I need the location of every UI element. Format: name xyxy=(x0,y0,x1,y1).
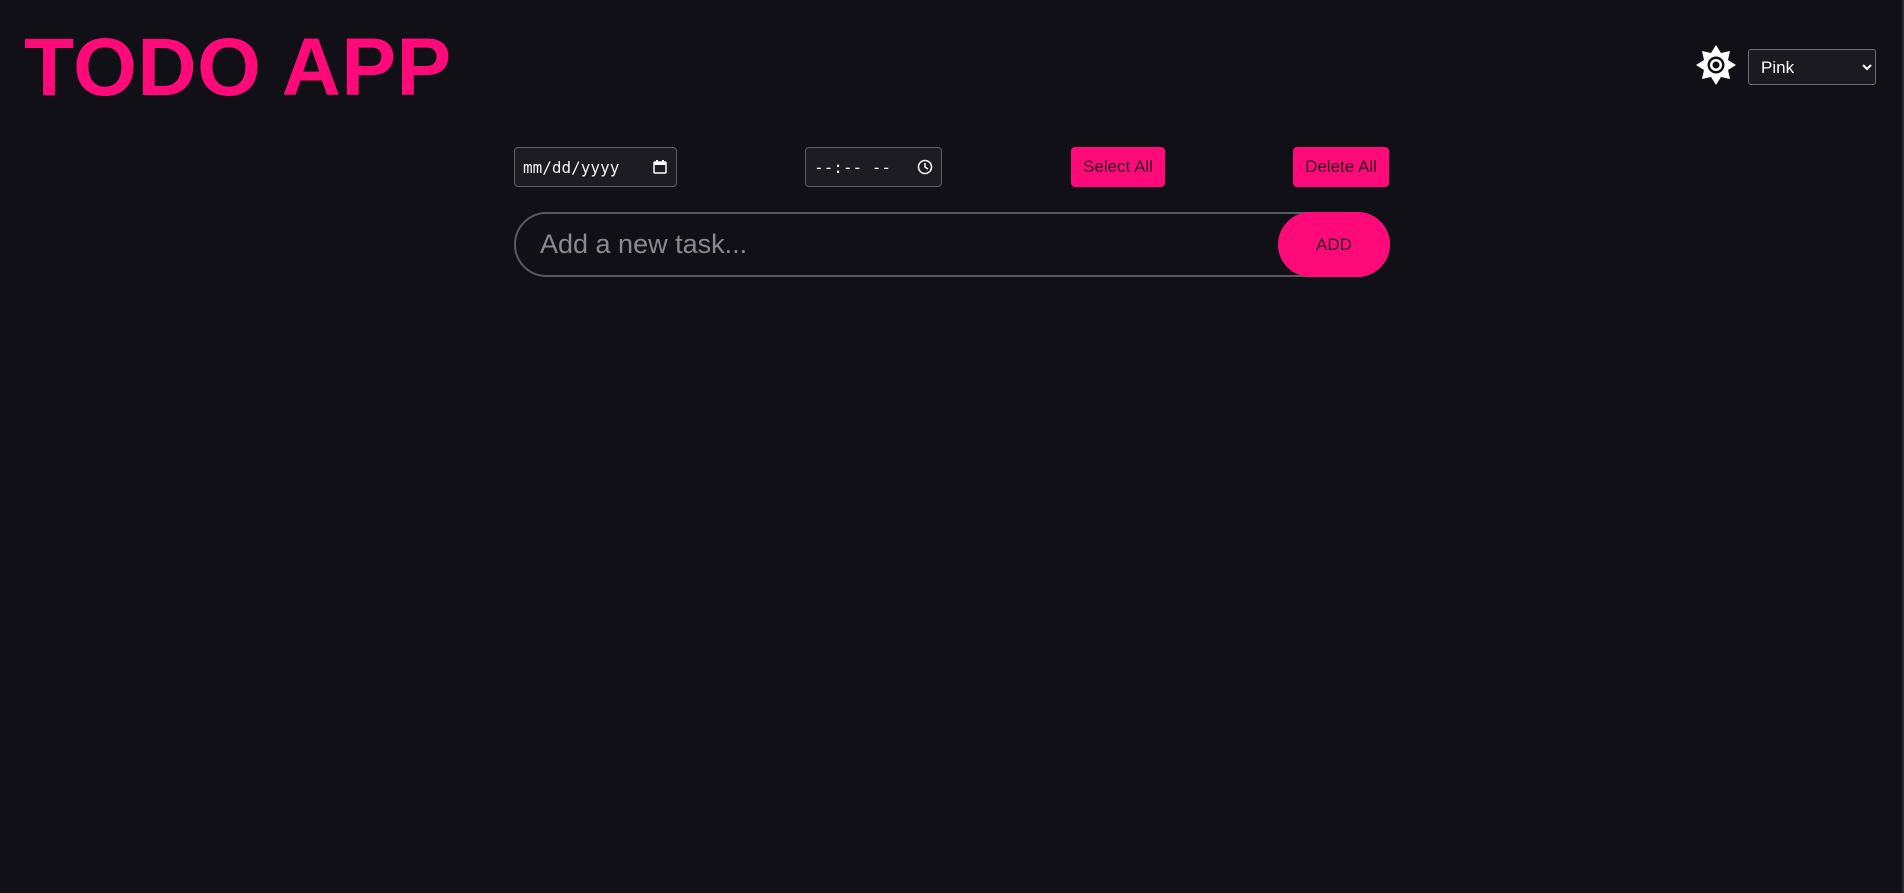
app-title: TODO APP xyxy=(24,22,452,113)
header-controls: Pink xyxy=(1694,43,1876,92)
new-task-input[interactable] xyxy=(514,212,1390,277)
delete-all-button[interactable]: Delete All xyxy=(1293,147,1389,187)
todo-page: TODO APP Pink mm/dd/yyyy --:-- -- Select… xyxy=(0,0,1904,893)
add-task-button[interactable]: ADD xyxy=(1278,212,1390,277)
theme-color-select[interactable]: Pink xyxy=(1748,49,1876,85)
select-all-button[interactable]: Select All xyxy=(1071,147,1165,187)
clock-icon[interactable] xyxy=(917,159,933,175)
date-input-text: mm/dd/yyyy xyxy=(523,157,620,177)
sun-icon xyxy=(1694,43,1738,92)
date-input[interactable]: mm/dd/yyyy xyxy=(514,147,677,187)
theme-toggle-button[interactable] xyxy=(1694,43,1738,92)
calendar-icon[interactable] xyxy=(652,159,668,175)
time-input[interactable]: --:-- -- xyxy=(805,147,942,187)
task-controls: mm/dd/yyyy --:-- -- Select All Delete Al… xyxy=(514,147,1390,187)
task-entry-form: ADD xyxy=(514,212,1390,277)
time-input-text: --:-- -- xyxy=(814,157,892,177)
